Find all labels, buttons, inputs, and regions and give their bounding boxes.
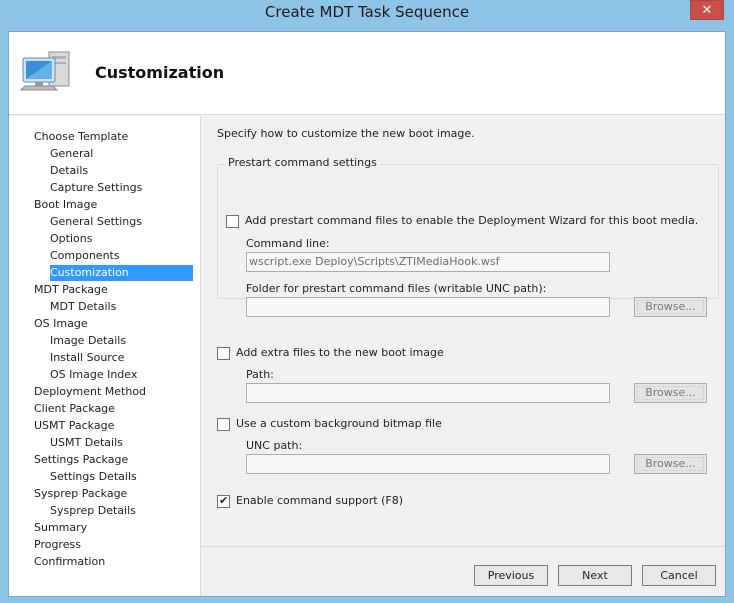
nav-item-confirmation[interactable]: Confirmation — [34, 554, 105, 570]
wizard-window: Create MDT Task Sequence ✕ Customization… — [0, 0, 734, 603]
nav-item-usmt-details[interactable]: USMT Details — [50, 435, 123, 451]
prestart-folder-field[interactable] — [246, 297, 610, 317]
nav-item-capture-settings[interactable]: Capture Settings — [50, 180, 142, 196]
nav-item-settings-package[interactable]: Settings Package — [34, 452, 128, 468]
nav-item-summary[interactable]: Summary — [34, 520, 87, 536]
nav-item-mdt-package[interactable]: MDT Package — [34, 282, 108, 298]
nav-item-sysprep-package[interactable]: Sysprep Package — [34, 486, 127, 502]
unc-path-field[interactable] — [246, 454, 610, 474]
background-bitmap-checkbox-label: Use a custom background bitmap file — [236, 417, 442, 430]
page-description: Specify how to customize the new boot im… — [217, 127, 475, 140]
window-title: Create MDT Task Sequence — [264, 3, 470, 21]
extra-files-path-label: Path: — [246, 368, 274, 381]
nav-item-os-image-index[interactable]: OS Image Index — [50, 367, 137, 383]
prestart-browse-button[interactable]: Browse... — [634, 297, 707, 317]
prestart-checkbox-label: Add prestart command files to enable the… — [245, 214, 699, 227]
background-browse-button[interactable]: Browse... — [634, 454, 707, 474]
wizard-footer: Previous Next Cancel — [201, 546, 725, 596]
next-button[interactable]: Next — [558, 565, 632, 586]
nav-item-components[interactable]: Components — [50, 248, 120, 264]
command-support-checkbox[interactable] — [217, 494, 230, 508]
prestart-group — [217, 164, 719, 299]
nav-item-options[interactable]: Options — [50, 231, 92, 247]
title-bar[interactable]: Create MDT Task Sequence ✕ — [0, 0, 734, 27]
previous-button[interactable]: Previous — [474, 565, 548, 586]
nav-item-general[interactable]: General — [50, 146, 93, 162]
nav-item-boot-image[interactable]: Boot Image — [34, 197, 97, 213]
wizard-step-list: Choose Template General Details Capture Set… — [9, 116, 201, 596]
computer-icon — [19, 51, 70, 91]
prestart-folder-label: Folder for prestart command files (writa… — [246, 282, 547, 295]
nav-item-details[interactable]: Details — [50, 163, 88, 179]
page-title: Customization — [95, 63, 225, 82]
nav-item-image-details[interactable]: Image Details — [50, 333, 126, 349]
nav-item-settings-details[interactable]: Settings Details — [50, 469, 137, 485]
nav-item-progress[interactable]: Progress — [34, 537, 81, 553]
nav-item-client-package[interactable]: Client Package — [34, 401, 115, 417]
nav-item-customization[interactable]: Customization — [50, 265, 193, 281]
command-line-field[interactable]: wscript.exe Deploy\Scripts\ZTIMediaHook.… — [246, 252, 610, 272]
unc-path-label: UNC path: — [246, 439, 303, 452]
wizard-header: Customization — [9, 32, 725, 115]
extra-files-checkbox-label: Add extra files to the new boot image — [236, 346, 444, 359]
nav-item-choose-template[interactable]: Choose Template — [34, 129, 128, 145]
prestart-group-title: Prestart command settings — [225, 156, 380, 169]
extra-files-path-field[interactable] — [246, 383, 610, 403]
nav-item-mdt-details[interactable]: MDT Details — [50, 299, 116, 315]
command-support-checkbox-label: Enable command support (F8) — [236, 494, 404, 507]
prestart-checkbox[interactable] — [226, 215, 239, 228]
extra-files-browse-button[interactable]: Browse... — [634, 383, 707, 403]
nav-item-sysprep-details[interactable]: Sysprep Details — [50, 503, 136, 519]
nav-item-install-source[interactable]: Install Source — [50, 350, 124, 366]
customization-panel: Specify how to customize the new boot im… — [201, 116, 725, 546]
nav-item-deployment-method[interactable]: Deployment Method — [34, 384, 146, 400]
wizard-client-area: Customization Choose Template General Deta… — [8, 31, 726, 597]
nav-item-general-settings[interactable]: General Settings — [50, 214, 142, 230]
command-line-label: Command line: — [246, 237, 330, 250]
extra-files-checkbox[interactable] — [217, 347, 230, 360]
background-bitmap-checkbox[interactable] — [217, 418, 230, 431]
nav-item-usmt-package[interactable]: USMT Package — [34, 418, 114, 434]
close-button[interactable]: ✕ — [690, 0, 724, 20]
nav-item-os-image[interactable]: OS Image — [34, 316, 88, 332]
cancel-button[interactable]: Cancel — [642, 565, 716, 586]
